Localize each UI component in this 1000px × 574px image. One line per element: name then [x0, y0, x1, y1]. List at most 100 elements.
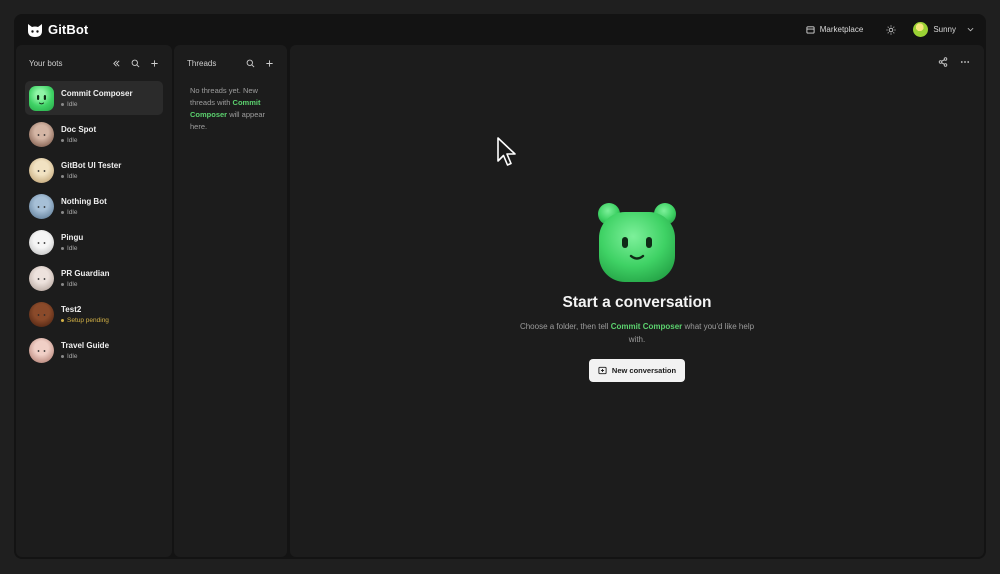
status-dot [61, 246, 64, 250]
bot-status: Idle [61, 101, 133, 108]
bot-list: Commit Composer Idle Doc Spot Idle GitBot UI… [16, 81, 172, 367]
bot-avatar [29, 265, 54, 291]
bot-face-icon [37, 349, 46, 352]
search-icon[interactable] [131, 59, 140, 68]
new-conversation-label: New conversation [611, 366, 677, 375]
bot-info: Doc Spot Idle [61, 125, 96, 144]
bot-name: Test2 [61, 304, 82, 314]
app-name: GitBot [48, 22, 89, 37]
bot-info: Commit Composer Idle [61, 89, 133, 108]
bot-item[interactable]: Travel Guide Idle [25, 333, 163, 367]
bot-item[interactable]: Test2 Setup pending [25, 297, 163, 331]
app-window: GitBot Marketplace Sunny Your bots Commi… [14, 14, 986, 559]
bot-face-icon [37, 94, 46, 104]
status-dot [61, 102, 64, 106]
bot-face-icon [37, 205, 46, 208]
status-dot [61, 174, 64, 178]
chevron-down-icon [967, 27, 974, 32]
app-logo[interactable]: GitBot [26, 22, 88, 38]
bot-face-icon [37, 277, 46, 280]
bot-info: Travel Guide Idle [61, 341, 109, 360]
bot-avatar [29, 85, 54, 111]
add-bot-icon[interactable] [150, 59, 159, 68]
bots-panel-title: Your bots [29, 58, 63, 68]
bot-status-label: Idle [67, 100, 78, 108]
user-menu[interactable]: Sunny [913, 22, 974, 37]
search-icon[interactable] [246, 59, 255, 68]
bot-info: GitBot UI Tester Idle [61, 161, 121, 180]
marketplace-button[interactable]: Marketplace [800, 22, 870, 37]
theme-toggle-button[interactable] [885, 24, 897, 36]
bot-name: Commit Composer [61, 88, 133, 98]
bot-face-icon [37, 133, 46, 136]
collapse-icon[interactable] [112, 59, 121, 68]
mouse-cursor-icon [497, 137, 516, 166]
bot-avatar [29, 121, 54, 147]
more-options-icon[interactable] [960, 57, 970, 67]
bot-avatar [29, 193, 54, 219]
commit-composer-mascot-icon [598, 203, 676, 282]
bot-item[interactable]: PR Guardian Idle [25, 261, 163, 295]
cat-logo-icon [28, 23, 42, 37]
bot-item[interactable]: Doc Spot Idle [25, 117, 163, 151]
bot-status: Idle [61, 137, 96, 144]
bot-status: Idle [61, 281, 109, 288]
status-dot [61, 138, 64, 142]
bot-status-label: Idle [67, 280, 78, 288]
sun-icon [886, 24, 896, 35]
empty-state: Start a conversation Choose a folder, th… [290, 200, 984, 382]
top-bar: GitBot Marketplace Sunny [14, 14, 986, 45]
bot-status-label: Idle [67, 172, 78, 180]
bot-face-icon [37, 313, 46, 316]
bots-panel: Your bots Commit Composer Idle Doc Spot Idl… [16, 45, 172, 557]
bot-status: Idle [61, 245, 83, 252]
conversation-panel: Start a conversation Choose a folder, th… [290, 45, 984, 557]
new-chat-icon [598, 366, 607, 375]
bot-avatar [29, 301, 54, 327]
bot-status-label: Idle [67, 244, 78, 252]
subtitle-prefix: Choose a folder, then tell [519, 322, 609, 331]
bot-avatar [29, 157, 54, 183]
bot-status: Idle [61, 173, 121, 180]
bot-name: Pingu [61, 232, 84, 242]
threads-panel-title: Threads [187, 58, 217, 68]
bot-name: PR Guardian [61, 268, 110, 278]
bot-status-label: Idle [67, 208, 78, 216]
bot-name: Doc Spot [61, 124, 97, 134]
new-conversation-button[interactable]: New conversation [588, 359, 686, 382]
status-dot [61, 318, 64, 322]
add-thread-icon[interactable] [265, 59, 274, 68]
bot-face-icon [37, 241, 46, 244]
page-title: Start a conversation [562, 294, 712, 311]
bot-avatar [29, 337, 54, 363]
bot-info: Nothing Bot Idle [61, 197, 107, 216]
bot-item[interactable]: Commit Composer Idle [25, 81, 163, 115]
status-dot [61, 210, 64, 214]
bot-info: Test2 Setup pending [61, 305, 109, 324]
threads-empty-message: No threads yet. New threads with Commit … [174, 81, 287, 137]
bot-status: Setup pending [61, 317, 109, 324]
bot-face-icon [37, 169, 46, 172]
page-subtitle: Choose a folder, then tell Commit Compos… [512, 320, 762, 346]
status-dot [61, 282, 64, 286]
bot-name: Travel Guide [61, 340, 110, 350]
bot-name: GitBot UI Tester [61, 160, 122, 170]
threads-panel-header: Threads [174, 45, 287, 81]
bot-item[interactable]: GitBot UI Tester Idle [25, 153, 163, 187]
threads-panel: Threads No threads yet. New threads with… [174, 45, 287, 557]
share-icon[interactable] [938, 57, 948, 67]
bot-item[interactable]: Nothing Bot Idle [25, 189, 163, 223]
bots-panel-header: Your bots [16, 45, 172, 81]
bot-status: Idle [61, 209, 107, 216]
user-name: Sunny [933, 25, 956, 34]
bot-status: Idle [61, 353, 109, 360]
bot-status-label: Idle [67, 136, 78, 144]
avatar [913, 22, 929, 37]
status-dot [61, 354, 64, 358]
subtitle-bot: Commit Composer [610, 322, 683, 331]
bot-status-label: Idle [67, 352, 78, 360]
bot-info: Pingu Idle [61, 233, 83, 252]
bot-item[interactable]: Pingu Idle [25, 225, 163, 259]
bot-avatar [29, 229, 54, 255]
bot-status-label: Setup pending [67, 316, 109, 324]
